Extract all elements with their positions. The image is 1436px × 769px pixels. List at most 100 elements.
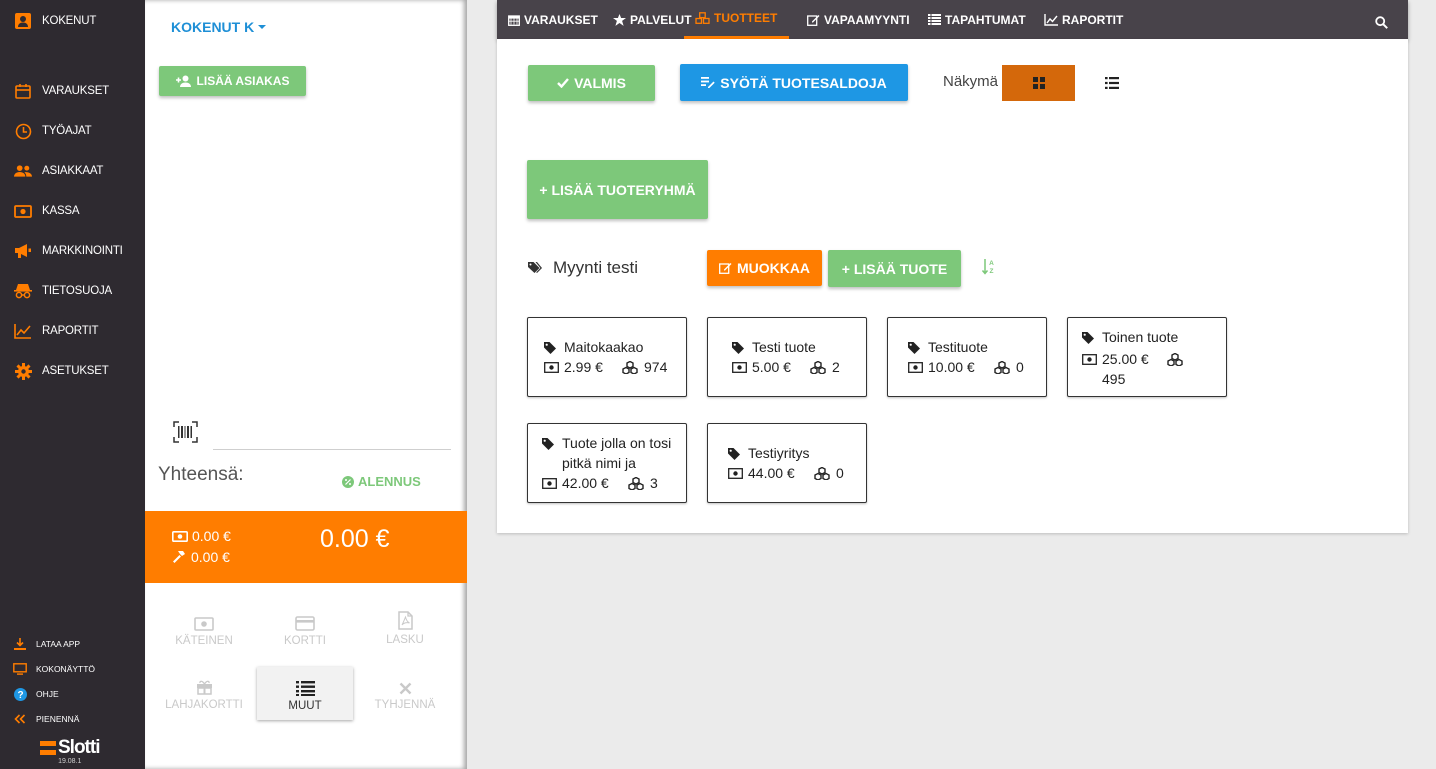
cash-sum-value: 0.00 € (192, 528, 231, 544)
product-meta: 25.00 € 495 (1082, 349, 1212, 389)
product-card[interactable]: Maitokaakao 2.99 € 974 (527, 317, 687, 397)
done-button[interactable]: VALMIS (528, 65, 655, 101)
discount-label: ALENNUS (358, 474, 421, 489)
edit-icon (807, 14, 820, 26)
service-sum-value: 0.00 € (191, 549, 230, 565)
invoice-payment-label: LASKU (386, 634, 424, 646)
tag-icon (732, 337, 744, 357)
product-stock: 3 (628, 475, 658, 491)
service-sum: 0.00 € (172, 549, 230, 565)
nav-item-asiakkaat[interactable]: ASIAKKAAT (0, 156, 145, 186)
add-product-label: + LISÄÄ TUOTE (841, 260, 948, 277)
add-customer-button[interactable]: LISÄÄ ASIAKAS (159, 66, 306, 96)
tab-varaukset[interactable]: VARAUKSET (508, 0, 598, 39)
money-icon (172, 530, 188, 542)
tag-icon (542, 433, 554, 473)
product-card[interactable]: Testi tuote 5.00 € 2 (707, 317, 867, 397)
tab-label: TUOTTEET (714, 11, 778, 25)
nav-item-tietosuoja[interactable]: TIETOSUOJA (0, 276, 145, 306)
product-name: Testiyritys (728, 443, 866, 463)
money-icon (732, 361, 747, 373)
credit-card-icon (295, 611, 315, 631)
nav-item-markkinointi[interactable]: MARKKINOINTI (0, 236, 145, 266)
line-chart-icon (1044, 13, 1058, 26)
cash-sum: 0.00 € (172, 528, 231, 544)
search-icon[interactable] (1375, 16, 1388, 29)
edit-group-label: MUOKKAA (736, 260, 811, 276)
add-customer-label: LISÄÄ ASIAKAS (196, 74, 290, 88)
cubes-icon (628, 476, 645, 490)
money-icon (908, 361, 923, 373)
tab-tapahtumat[interactable]: TAPAHTUMAT (928, 0, 1026, 39)
products-view: VALMIS SYÖTÄ TUOTESALDOJA Näkymä + LISÄÄ… (497, 39, 1408, 533)
tab-vapaamyynti[interactable]: VAPAAMYYNTI (807, 0, 910, 39)
cash-payment-button[interactable]: KÄTEINEN (167, 611, 241, 647)
hammer-icon (172, 550, 187, 564)
enter-stock-button[interactable]: SYÖTÄ TUOTESALDOJA (680, 64, 908, 101)
product-group-name: Myynti testi (553, 258, 639, 277)
list-icon (295, 676, 315, 696)
nav-item-kassa[interactable]: KASSA (0, 196, 145, 226)
cubes-icon (994, 360, 1011, 374)
edit-group-button[interactable]: MUOKKAA (707, 250, 822, 286)
gear-icon (14, 362, 32, 380)
edit-icon (718, 262, 732, 274)
nav-small-label: LATAA APP (36, 639, 81, 649)
calendar-icon (14, 82, 32, 100)
list-view-button[interactable] (1095, 65, 1129, 101)
cart-summary: 0.00 € 0.00 € 0.00 € (145, 511, 467, 583)
product-card[interactable]: Testiyritys 44.00 € 0 (707, 423, 867, 503)
cart-user-dropdown[interactable]: KOKENUT K (171, 19, 267, 35)
clear-cart-button[interactable]: TYHJENNÄ (367, 675, 443, 711)
nav-user[interactable]: KOKENUT (0, 6, 145, 36)
nav-item-tyoajat[interactable]: TYÖAJAT (0, 116, 145, 146)
nav-item-varaukset[interactable]: VARAUKSET (0, 76, 145, 106)
percent-badge-icon (342, 475, 354, 488)
nav-item-label: ASETUKSET (42, 365, 109, 377)
money-icon (544, 361, 559, 373)
add-group-label: + LISÄÄ TUOTERYHMÄ (539, 181, 696, 198)
nav-ohje[interactable]: ? OHJE (0, 684, 145, 704)
grid-view-button[interactable] (1002, 65, 1075, 101)
product-card[interactable]: Tuote jolla on tosi pitkä nimi ja 42.00 … (527, 423, 687, 503)
tab-raportit[interactable]: RAPORTIT (1044, 0, 1123, 39)
nav-kokonaytto[interactable]: KOKONÄYTTÖ (0, 659, 145, 679)
barcode-icon[interactable] (173, 421, 198, 443)
card-payment-button[interactable]: KORTTI (269, 611, 341, 647)
discount-button[interactable]: ALENNUS (342, 474, 421, 489)
nav-pienenna[interactable]: PIENENNÄ (0, 709, 145, 729)
cubes-icon (1167, 352, 1184, 366)
nav-item-label: ASIAKKAAT (42, 165, 104, 177)
megaphone-icon (14, 242, 32, 260)
tag-icon (544, 337, 556, 357)
check-icon (557, 78, 569, 88)
product-card[interactable]: Testituote 10.00 € 0 (887, 317, 1047, 397)
sort-alpha-icon[interactable]: AZ (982, 258, 996, 275)
product-card[interactable]: Toinen tuote 25.00 € 495 (1067, 317, 1227, 397)
cart-panel: KOKENUT K LISÄÄ ASIAKAS Yhteensä: ALENNU… (145, 0, 467, 769)
barcode-input[interactable] (213, 449, 451, 450)
tags-icon (528, 262, 542, 274)
cubes-icon (695, 12, 710, 24)
nav-item-label: MARKKINOINTI (42, 245, 123, 257)
cubes-icon (814, 466, 831, 480)
add-product-button[interactable]: + LISÄÄ TUOTE (828, 250, 961, 287)
nav-small-label: PIENENNÄ (36, 714, 80, 724)
product-price: 42.00 € (542, 475, 609, 491)
tag-icon (728, 443, 740, 463)
tab-label: PALVELUT (630, 12, 692, 27)
nav-item-label: KASSA (42, 205, 80, 217)
other-payment-button[interactable]: MUUT (257, 667, 353, 720)
nav-item-raportit[interactable]: RAPORTIT (0, 316, 145, 346)
add-product-group-button[interactable]: + LISÄÄ TUOTERYHMÄ (527, 160, 708, 219)
main-navigation: KOKENUT VARAUKSET TYÖAJAT ASIAKKAAT KASS… (0, 0, 145, 769)
nav-item-asetukset[interactable]: ASETUKSET (0, 356, 145, 386)
giftcard-payment-button[interactable]: LAHJAKORTTI (163, 675, 245, 711)
money-icon (194, 611, 214, 631)
tab-palvelut[interactable]: PALVELUT (613, 0, 692, 39)
tab-tuotteet[interactable]: TUOTTEET (684, 0, 790, 39)
line-chart-icon (14, 322, 32, 340)
product-stock: 0 (994, 359, 1024, 375)
nav-lataa-app[interactable]: LATAA APP (0, 634, 145, 654)
invoice-payment-button[interactable]: LASKU (370, 610, 440, 646)
